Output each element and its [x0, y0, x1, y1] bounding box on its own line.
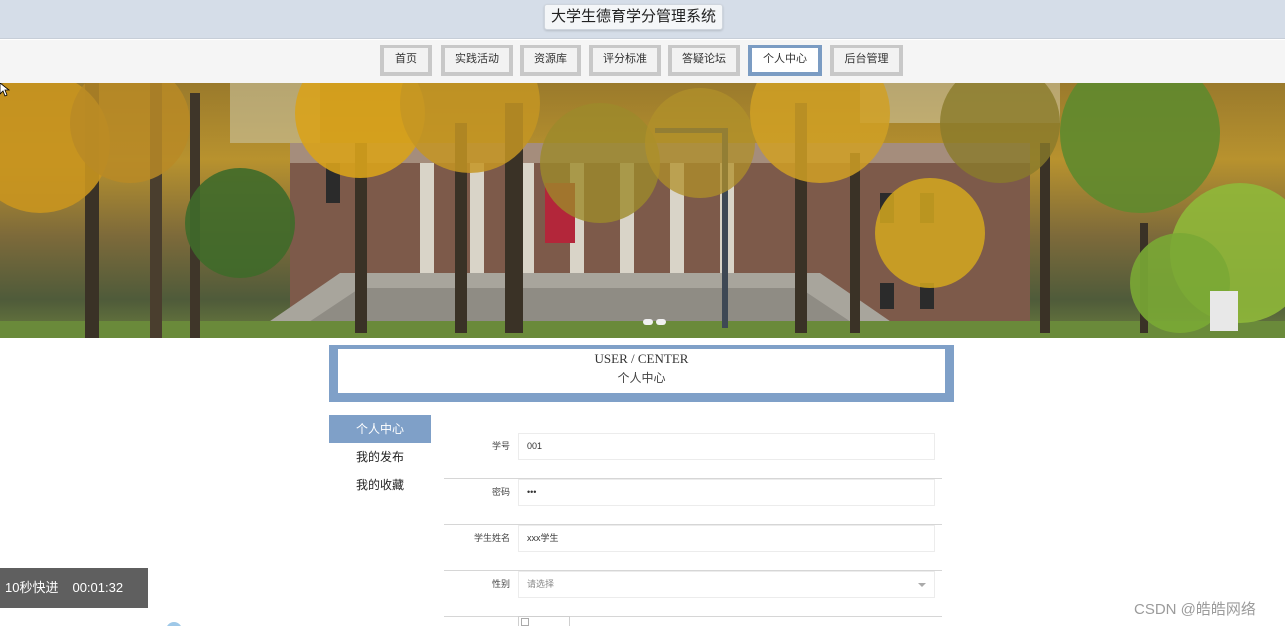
password-label: 密码 — [491, 487, 510, 497]
top-header: 大学生德育学分管理系统 — [0, 0, 1285, 39]
scroll-indicator-icon — [166, 622, 182, 626]
title-chinese: 个人中心 — [617, 371, 666, 385]
mouse-cursor-icon — [0, 83, 10, 97]
profile-form: 学号 001 密码 ••• 学生姓名 xxx学生 性别 请选择 — [444, 433, 942, 617]
student-name-input[interactable]: xxx学生 — [518, 525, 935, 552]
form-row-student-name: 学生姓名 xxx学生 — [444, 525, 942, 571]
carousel-dot-2[interactable] — [656, 319, 666, 325]
nav-admin-button[interactable]: 后台管理 — [830, 45, 903, 76]
nav-user-center-button[interactable]: 个人中心 — [748, 45, 822, 76]
nav-score-standard-button[interactable]: 评分标准 — [589, 45, 661, 76]
banner-carousel[interactable] — [0, 83, 1285, 338]
playback-time: 00:01:32 — [72, 580, 124, 595]
user-center-title-box: USER / CENTER 个人中心 — [329, 345, 954, 402]
side-item-user-center[interactable]: 个人中心 — [329, 415, 431, 443]
form-row-gender: 性别 请选择 — [444, 571, 942, 617]
gender-select-placeholder: 请选择 — [527, 579, 555, 589]
title-english: USER / CENTER — [594, 351, 689, 366]
broken-image-icon — [521, 618, 529, 626]
campus-photo — [0, 83, 1285, 338]
password-input[interactable]: ••• — [518, 479, 935, 506]
csdn-watermark: CSDN @皓皓网络 — [1134, 601, 1256, 618]
gender-select[interactable]: 请选择 — [518, 571, 935, 598]
side-menu: 个人中心 我的发布 我的收藏 — [329, 415, 431, 499]
carousel-dot-1[interactable] — [643, 319, 653, 325]
form-row-student-id: 学号 001 — [444, 433, 942, 479]
side-item-my-posts[interactable]: 我的发布 — [329, 443, 431, 471]
nav-forum-button[interactable]: 答疑论坛 — [668, 45, 740, 76]
chevron-down-icon — [918, 583, 926, 587]
avatar-image-placeholder — [518, 616, 570, 626]
skip-forward-label[interactable]: 10秒快进 — [5, 580, 58, 595]
video-skip-overlay[interactable]: 10秒快进 00:01:32 — [0, 568, 148, 608]
student-id-input[interactable]: 001 — [518, 433, 935, 460]
nav-practice-button[interactable]: 实践活动 — [441, 45, 513, 76]
nav-resource-button[interactable]: 资源库 — [520, 45, 581, 76]
student-id-label: 学号 — [491, 441, 510, 451]
site-title: 大学生德育学分管理系统 — [544, 4, 724, 30]
nav-bar: 首页 实践活动 资源库 评分标准 答疑论坛 个人中心 后台管理 — [0, 40, 1285, 83]
student-name-label: 学生姓名 — [473, 533, 510, 543]
gender-label: 性别 — [491, 579, 510, 589]
side-item-my-favorites[interactable]: 我的收藏 — [329, 471, 431, 499]
form-row-password: 密码 ••• — [444, 479, 942, 525]
nav-home-button[interactable]: 首页 — [380, 45, 432, 76]
